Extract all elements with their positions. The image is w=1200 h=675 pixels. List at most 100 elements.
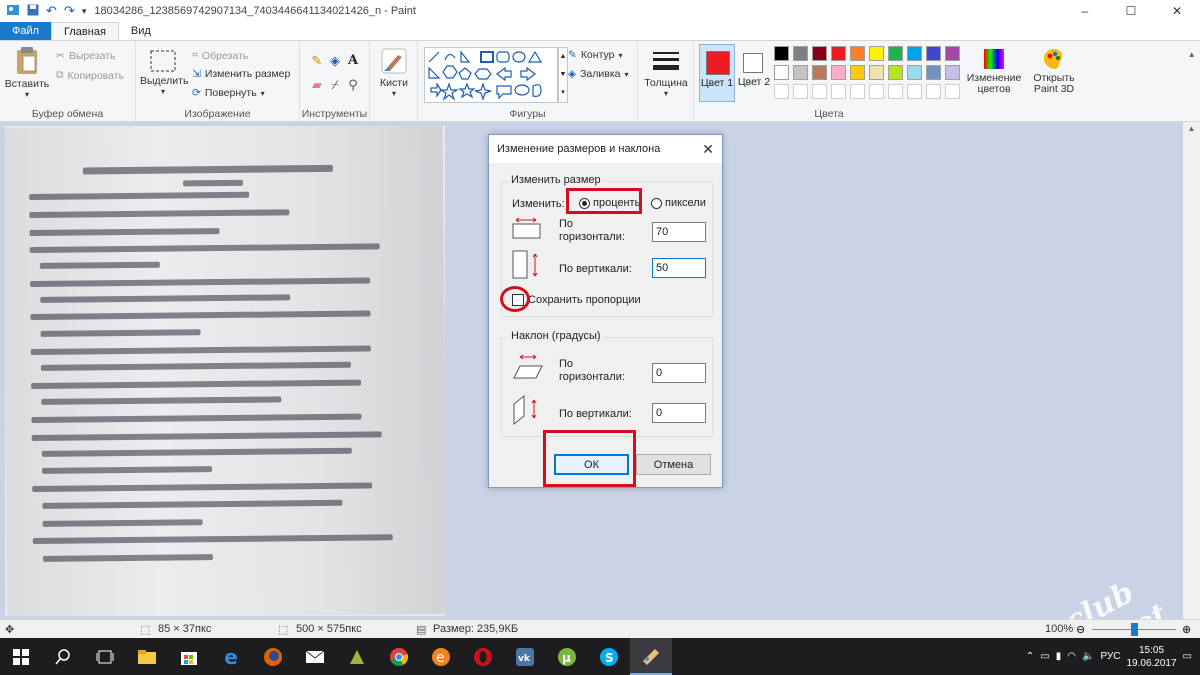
- tab-view[interactable]: Вид: [119, 22, 163, 40]
- palette-color-swatch[interactable]: [888, 65, 903, 80]
- resize-button[interactable]: ⇲ Изменить размер: [192, 68, 290, 80]
- utorrent-icon[interactable]: µ: [546, 638, 588, 675]
- maximize-button[interactable]: ☐: [1108, 0, 1154, 22]
- clock[interactable]: 15:05 19.06.2017: [1126, 644, 1176, 670]
- palette-color-swatch[interactable]: [945, 46, 960, 61]
- resize-vertical-input[interactable]: 50: [652, 258, 706, 278]
- color2-button[interactable]: Цвет 2: [737, 44, 771, 102]
- wifi-icon[interactable]: ◠: [1067, 651, 1076, 662]
- palette-color-swatch[interactable]: [907, 46, 922, 61]
- volume-icon[interactable]: 🔈: [1082, 651, 1094, 662]
- minimize-button[interactable]: –: [1062, 0, 1108, 22]
- save-icon[interactable]: [27, 4, 39, 19]
- custom-color-slot[interactable]: [812, 84, 827, 99]
- shapes-scroll[interactable]: ▲ ▼ ▾: [558, 47, 568, 103]
- cancel-button[interactable]: Отмена: [636, 454, 711, 475]
- fill-button[interactable]: ◈ Заливка ▾: [568, 68, 629, 80]
- palette-color-swatch[interactable]: [774, 46, 789, 61]
- firefox-icon[interactable]: [252, 638, 294, 675]
- brushes-button[interactable]: Кисти ▾: [374, 47, 414, 98]
- custom-color-slot[interactable]: [793, 84, 808, 99]
- palette-color-swatch[interactable]: [793, 46, 808, 61]
- customize-toolbar-icon[interactable]: ▾: [82, 6, 87, 17]
- show-hidden-icons-icon[interactable]: ⌃: [1026, 651, 1034, 662]
- skew-horizontal-input[interactable]: 0: [652, 363, 706, 383]
- chrome-icon[interactable]: [378, 638, 420, 675]
- palette-color-swatch[interactable]: [869, 46, 884, 61]
- mail-icon[interactable]: [294, 638, 336, 675]
- skype-icon[interactable]: S: [588, 638, 630, 675]
- copy-button[interactable]: ⧉ Копировать: [56, 69, 124, 82]
- store-icon[interactable]: [168, 638, 210, 675]
- close-button[interactable]: ✕: [1154, 0, 1200, 22]
- edit-colors-button[interactable]: Изменение цветов: [964, 47, 1024, 95]
- start-button[interactable]: [0, 638, 42, 675]
- shapes-gallery[interactable]: [424, 47, 558, 103]
- palette-color-swatch[interactable]: [926, 65, 941, 80]
- palette-color-swatch[interactable]: [812, 46, 827, 61]
- palette-color-swatch[interactable]: [774, 65, 789, 80]
- open-paint3d-button[interactable]: Открыть Paint 3D: [1028, 47, 1080, 95]
- palette-color-swatch[interactable]: [907, 65, 922, 80]
- collapse-ribbon-icon[interactable]: ▴: [1189, 49, 1194, 60]
- size-button[interactable]: Толщина ▾: [642, 49, 690, 98]
- app-icon[interactable]: [336, 638, 378, 675]
- palette-color-swatch[interactable]: [831, 46, 846, 61]
- network-icon[interactable]: ▭: [1040, 651, 1049, 662]
- color1-button[interactable]: Цвет 1: [699, 44, 735, 102]
- search-icon[interactable]: [42, 638, 84, 675]
- notifications-icon[interactable]: ▭: [1183, 651, 1192, 662]
- custom-color-slot[interactable]: [774, 84, 789, 99]
- redo-icon[interactable]: ↷: [64, 3, 75, 19]
- paste-button[interactable]: Вставить ▾: [4, 46, 50, 99]
- file-explorer-icon[interactable]: [126, 638, 168, 675]
- battery-icon[interactable]: ▮: [1056, 651, 1062, 662]
- opera-icon[interactable]: [462, 638, 504, 675]
- palette-color-swatch[interactable]: [888, 46, 903, 61]
- magnifier-icon[interactable]: ⚲: [344, 77, 362, 93]
- resize-horizontal-input[interactable]: 70: [652, 222, 706, 242]
- zoom-out-icon[interactable]: ⊖: [1076, 623, 1085, 636]
- custom-color-slot[interactable]: [907, 84, 922, 99]
- text-icon[interactable]: A: [344, 53, 362, 69]
- palette-color-swatch[interactable]: [869, 65, 884, 80]
- dialog-close-icon[interactable]: ✕: [702, 141, 714, 158]
- skew-vertical-input[interactable]: 0: [652, 403, 706, 423]
- task-view-icon[interactable]: [84, 638, 126, 675]
- outline-button[interactable]: ✎ Контур ▾: [568, 49, 622, 61]
- palette-color-swatch[interactable]: [812, 65, 827, 80]
- fill-bucket-icon[interactable]: ◈: [326, 53, 344, 69]
- custom-color-slot[interactable]: [869, 84, 884, 99]
- vertical-scrollbar[interactable]: ▲: [1183, 122, 1200, 619]
- select-button[interactable]: Выделить ▾: [140, 49, 188, 96]
- palette-color-swatch[interactable]: [926, 46, 941, 61]
- input-language[interactable]: РУС: [1100, 651, 1120, 662]
- custom-color-slot[interactable]: [926, 84, 941, 99]
- browser-e-icon[interactable]: e: [420, 638, 462, 675]
- tab-file[interactable]: Файл: [0, 22, 52, 40]
- zoom-in-icon[interactable]: ⊕: [1182, 623, 1191, 636]
- undo-icon[interactable]: ↶: [46, 3, 57, 19]
- palette-color-swatch[interactable]: [793, 65, 808, 80]
- zoom-slider-thumb[interactable]: [1131, 623, 1138, 636]
- custom-color-slot[interactable]: [945, 84, 960, 99]
- custom-color-slot[interactable]: [831, 84, 846, 99]
- document-image[interactable]: [5, 126, 445, 616]
- rotate-button[interactable]: ⟳ Повернуть ▾: [192, 87, 265, 99]
- custom-color-slot[interactable]: [888, 84, 903, 99]
- pixels-radio[interactable]: [651, 198, 662, 209]
- vk-icon[interactable]: vk: [504, 638, 546, 675]
- cut-button[interactable]: ✂ Вырезать: [56, 50, 116, 62]
- color-picker-icon[interactable]: ⌿: [326, 77, 344, 93]
- scroll-up-icon[interactable]: ▲: [1183, 124, 1200, 133]
- palette-color-swatch[interactable]: [850, 46, 865, 61]
- palette-color-swatch[interactable]: [831, 65, 846, 80]
- paint-taskbar-icon[interactable]: [630, 638, 672, 675]
- palette-color-swatch[interactable]: [850, 65, 865, 80]
- edge-icon[interactable]: e: [210, 638, 252, 675]
- eraser-icon[interactable]: ▰: [308, 77, 326, 93]
- crop-button[interactable]: ⌗ Обрезать: [192, 49, 248, 62]
- pencil-icon[interactable]: ✎: [308, 53, 326, 69]
- custom-color-slot[interactable]: [850, 84, 865, 99]
- tab-home[interactable]: Главная: [51, 22, 119, 40]
